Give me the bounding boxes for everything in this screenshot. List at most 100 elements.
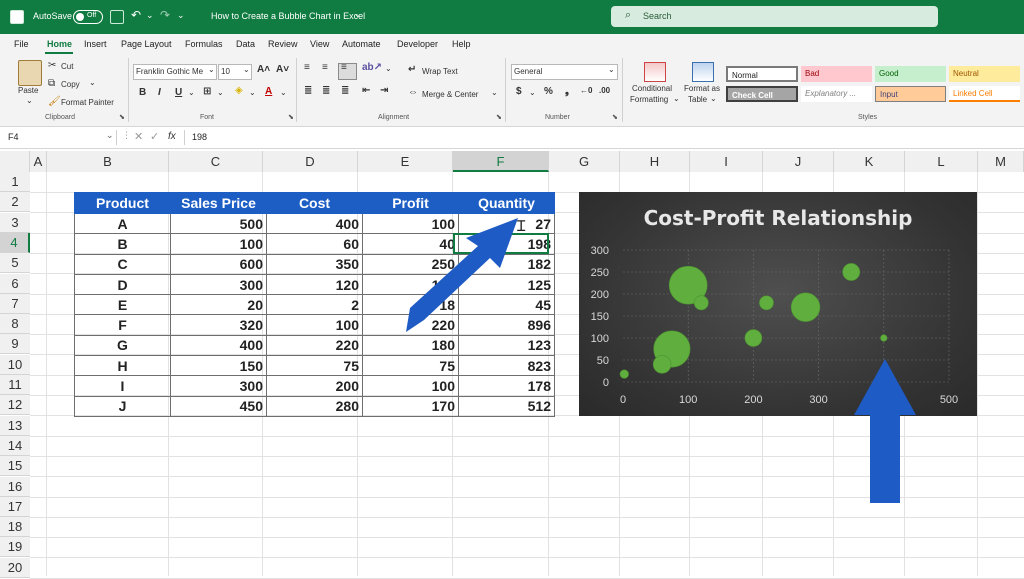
table-cell[interactable]: 100 xyxy=(266,314,363,336)
format-as-label[interactable]: Format as xyxy=(684,84,720,93)
table-cell[interactable]: 280 xyxy=(266,395,363,417)
alignment-launcher-icon[interactable]: ⬊ xyxy=(496,113,502,121)
insert-function-button[interactable]: fx xyxy=(168,131,176,142)
table-cell[interactable]: 320 xyxy=(170,314,267,336)
row-header-6[interactable]: 6 xyxy=(0,273,30,294)
autosave-toggle[interactable]: Off xyxy=(73,10,103,24)
column-header-g[interactable]: G xyxy=(549,151,620,172)
decrease-decimal-icon[interactable]: .00 xyxy=(599,86,610,95)
fill-color-dropdown-icon[interactable]: ⌄ xyxy=(249,88,256,97)
conditional-formatting-icon[interactable] xyxy=(644,62,666,82)
row-header-17[interactable]: 17 xyxy=(0,496,30,517)
column-header-l[interactable]: L xyxy=(905,151,978,172)
format-painter-icon[interactable]: 🖌 xyxy=(48,96,61,107)
table-cell[interactable]: 178 xyxy=(458,375,555,397)
decrease-indent-icon[interactable]: ⇤ xyxy=(362,85,370,96)
row-header-15[interactable]: 15 xyxy=(0,456,30,477)
enter-icon[interactable]: ✓ xyxy=(150,130,159,143)
copy-icon[interactable]: ⧉ xyxy=(48,78,55,89)
tab-formulas[interactable]: Formulas xyxy=(185,39,223,49)
wrap-text-icon[interactable]: ↵ xyxy=(408,64,416,75)
header-cost[interactable]: Cost xyxy=(266,192,363,214)
paste-button-label[interactable]: Paste xyxy=(18,86,38,95)
row-header-16[interactable]: 16 xyxy=(0,476,30,497)
tab-file[interactable]: File xyxy=(14,39,29,49)
tab-insert[interactable]: Insert xyxy=(84,39,107,49)
tab-page-layout[interactable]: Page Layout xyxy=(121,39,172,49)
row-header-12[interactable]: 12 xyxy=(0,395,30,416)
style-normal[interactable]: Normal xyxy=(726,66,798,82)
format-as-table-icon[interactable] xyxy=(692,62,714,82)
align-center-icon[interactable]: ≣ xyxy=(322,85,330,96)
table-cell[interactable]: 450 xyxy=(170,395,267,417)
table-cell[interactable]: 100 xyxy=(362,375,459,397)
column-header-b[interactable]: B xyxy=(47,151,169,172)
table-cell[interactable]: 300 xyxy=(170,375,267,397)
table-cell[interactable]: F xyxy=(74,314,171,336)
table-cell[interactable]: 350 xyxy=(266,253,363,275)
table-cell[interactable]: E xyxy=(74,294,171,316)
number-format-select[interactable]: General ⌄ xyxy=(511,64,618,80)
cancel-icon[interactable]: ✕ xyxy=(134,130,143,143)
align-middle-icon[interactable]: ≡ xyxy=(322,62,328,73)
table-cell[interactable]: 20 xyxy=(170,294,267,316)
search-box[interactable]: ⌕ Search xyxy=(611,6,938,27)
table-cell[interactable]: 600 xyxy=(170,253,267,275)
formatting-label[interactable]: Formatting xyxy=(630,95,668,104)
borders-icon[interactable]: ⊞ xyxy=(203,86,211,97)
table-cell[interactable]: C xyxy=(74,253,171,275)
table-cell[interactable]: 150 xyxy=(170,355,267,377)
style-input[interactable]: Input xyxy=(875,86,946,102)
row-header-3[interactable]: 3 xyxy=(0,212,30,233)
tab-automate[interactable]: Automate xyxy=(342,39,381,49)
tab-review[interactable]: Review xyxy=(268,39,298,49)
table-cell[interactable]: 60 xyxy=(266,233,363,255)
bold-icon[interactable]: B xyxy=(139,87,146,98)
style-check-cell[interactable]: Check Cell xyxy=(726,86,798,102)
row-header-10[interactable]: 10 xyxy=(0,354,30,375)
redo-icon[interactable]: ↷ xyxy=(160,8,170,22)
column-header-i[interactable]: I xyxy=(690,151,763,172)
table-cell[interactable]: 400 xyxy=(266,212,363,235)
decrease-font-icon[interactable]: A˅ xyxy=(276,64,289,75)
paste-icon[interactable] xyxy=(18,60,42,86)
undo-icon[interactable]: ↶ xyxy=(131,8,141,22)
font-color-dropdown-icon[interactable]: ⌄ xyxy=(280,88,287,97)
title-dropdown-icon[interactable]: ⌄ xyxy=(354,9,362,20)
column-header-d[interactable]: D xyxy=(263,151,358,172)
align-top-icon[interactable]: ≡ xyxy=(304,62,310,73)
row-header-1[interactable]: 1 xyxy=(0,172,30,192)
increase-decimal-icon[interactable]: ←0 xyxy=(580,86,592,95)
formula-input[interactable]: 198 xyxy=(192,132,207,142)
header-product[interactable]: Product xyxy=(74,192,171,214)
table-cell[interactable]: 500 xyxy=(170,212,267,235)
merge-center-label[interactable]: Merge & Center xyxy=(422,90,478,99)
comma-style-icon[interactable]: ❟ xyxy=(565,86,569,97)
table-cell[interactable]: 300 xyxy=(170,273,267,296)
font-color-icon[interactable]: A xyxy=(265,86,272,97)
paste-dropdown-icon[interactable]: ⌄ xyxy=(26,96,33,105)
style-bad[interactable]: Bad xyxy=(801,66,872,82)
row-header-18[interactable]: 18 xyxy=(0,517,30,538)
orientation-icon[interactable]: ab↗ xyxy=(362,62,382,73)
column-header-a[interactable]: A xyxy=(30,151,47,172)
column-header-m[interactable]: M xyxy=(978,151,1024,172)
table-cell[interactable]: 200 xyxy=(266,375,363,397)
column-header-h[interactable]: H xyxy=(620,151,690,172)
tab-developer[interactable]: Developer xyxy=(397,39,438,49)
style-neutral[interactable]: Neutral xyxy=(949,66,1020,82)
row-header-2[interactable]: 2 xyxy=(0,192,30,213)
currency-icon[interactable]: $ xyxy=(516,86,522,97)
tab-view[interactable]: View xyxy=(310,39,329,49)
conditional-label[interactable]: Conditional xyxy=(632,84,672,93)
row-header-11[interactable]: 11 xyxy=(0,375,30,395)
row-header-8[interactable]: 8 xyxy=(0,314,30,335)
format-table-dropdown-icon[interactable]: ⌄ xyxy=(710,94,717,103)
row-header-5[interactable]: 5 xyxy=(0,253,30,274)
orientation-dropdown-icon[interactable]: ⌄ xyxy=(385,64,392,73)
conditional-dropdown-icon[interactable]: ⌄ xyxy=(673,94,680,103)
font-size-select[interactable]: 10 ⌄ xyxy=(218,64,252,80)
row-header-19[interactable]: 19 xyxy=(0,537,30,558)
column-header-j[interactable]: J xyxy=(763,151,834,172)
column-header-k[interactable]: K xyxy=(834,151,905,172)
